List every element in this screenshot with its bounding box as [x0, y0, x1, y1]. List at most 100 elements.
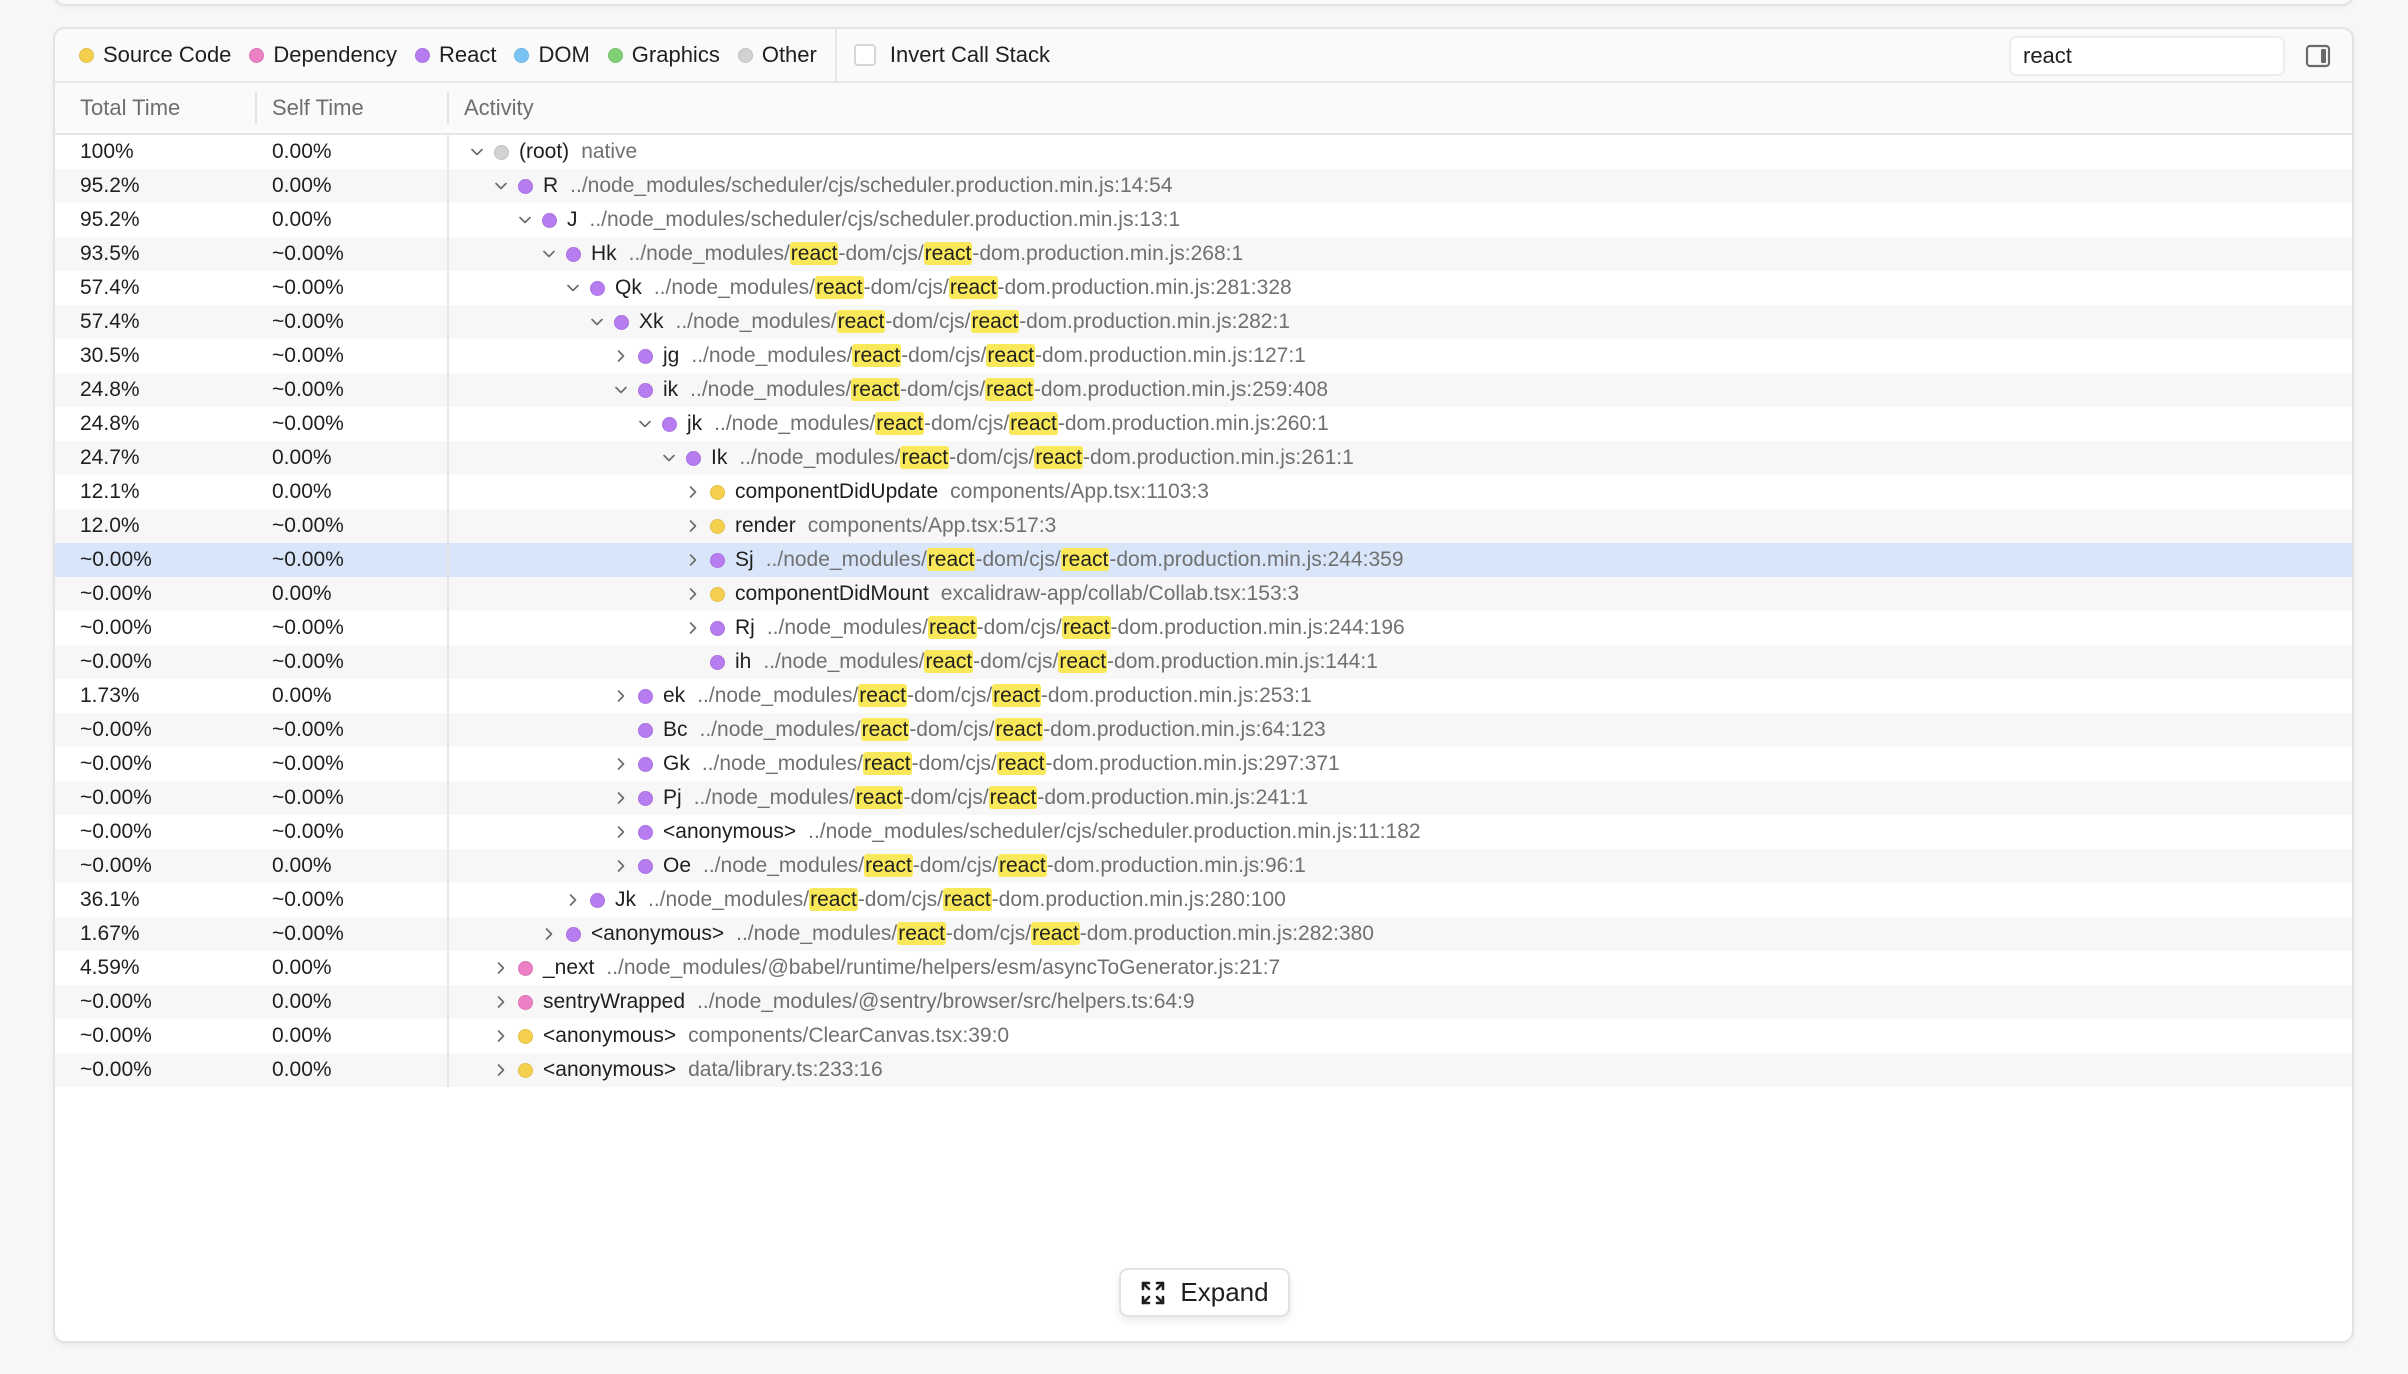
- chevron-right-icon[interactable]: [610, 821, 632, 843]
- source-location[interactable]: ../node_modules/scheduler/cjs/scheduler.…: [570, 169, 1172, 203]
- source-location[interactable]: ../node_modules/react-dom/cjs/react-dom.…: [703, 849, 1306, 883]
- source-location[interactable]: ../node_modules/scheduler/cjs/scheduler.…: [590, 203, 1181, 237]
- chevron-right-icon[interactable]: [490, 1059, 512, 1081]
- sidebar-panel-icon[interactable]: [2305, 43, 2331, 69]
- call-tree-row[interactable]: ~0.00% ~0.00% Rj ../node_modules/react-dom/…: [55, 611, 2352, 645]
- chevron-right-icon[interactable]: [682, 515, 704, 537]
- chevron-right-icon[interactable]: [682, 481, 704, 503]
- chevron-down-icon[interactable]: [514, 209, 536, 231]
- call-tree-row[interactable]: ~0.00% 0.00% componentDidMount excalidraw-a…: [55, 577, 2352, 611]
- source-location[interactable]: ../node_modules/react-dom/cjs/react-dom.…: [690, 373, 1328, 407]
- source-location[interactable]: ../node_modules/react-dom/cjs/react-dom.…: [629, 237, 1243, 271]
- chevron-right-icon[interactable]: [610, 345, 632, 367]
- source-location[interactable]: ../node_modules/react-dom/cjs/react-dom.…: [767, 611, 1405, 645]
- function-name: render: [735, 514, 796, 537]
- source-location[interactable]: ../node_modules/react-dom/cjs/react-dom.…: [697, 679, 1312, 713]
- call-tree-row[interactable]: 24.7% 0.00% Ik ../node_modules/react-dom/cj…: [55, 441, 2352, 475]
- chevron-right-icon[interactable]: [682, 583, 704, 605]
- source-location[interactable]: components/App.tsx:517:3: [808, 509, 1057, 543]
- chevron-right-icon[interactable]: [682, 617, 704, 639]
- search-input[interactable]: [2009, 36, 2285, 76]
- call-tree-row[interactable]: ~0.00% 0.00% <anonymous> components/ClearCa…: [55, 1019, 2352, 1053]
- call-tree-row[interactable]: ~0.00% ~0.00% <anonymous> ../node_modules/s…: [55, 815, 2352, 849]
- chevron-right-icon[interactable]: [682, 549, 704, 571]
- activity-cell: componentDidUpdate components/App.tsx:110…: [449, 475, 1209, 509]
- chevron-right-icon[interactable]: [490, 991, 512, 1013]
- call-tree-row[interactable]: 1.67% ~0.00% <anonymous> ../node_modules/re…: [55, 917, 2352, 951]
- column-header-self-time[interactable]: Self Time: [272, 83, 364, 133]
- call-tree-row[interactable]: ~0.00% ~0.00% Bc ../node_modules/react-dom/…: [55, 713, 2352, 747]
- call-tree-row[interactable]: 100% 0.00% (root) native: [55, 135, 2352, 169]
- source-location[interactable]: components/App.tsx:1103:3: [950, 475, 1209, 509]
- chevron-down-icon[interactable]: [490, 175, 512, 197]
- source-location[interactable]: ../node_modules/react-dom/cjs/react-dom.…: [739, 441, 1354, 475]
- call-tree-row[interactable]: ~0.00% ~0.00% Sj ../node_modules/react-dom/…: [55, 543, 2352, 577]
- chevron-right-icon[interactable]: [610, 753, 632, 775]
- source-location[interactable]: native: [581, 135, 637, 169]
- legend-label: Other: [761, 42, 817, 67]
- chevron-down-icon[interactable]: [634, 413, 656, 435]
- source-location[interactable]: ../node_modules/react-dom/cjs/react-dom.…: [700, 713, 1326, 747]
- source-location[interactable]: ../node_modules/react-dom/cjs/react-dom.…: [654, 271, 1292, 305]
- call-tree-row[interactable]: ~0.00% ~0.00% Pj ../node_modules/react-dom/…: [55, 781, 2352, 815]
- chevron-right-icon[interactable]: [610, 685, 632, 707]
- chevron-right-icon[interactable]: [562, 889, 584, 911]
- source-location[interactable]: ../node_modules/react-dom/cjs/react-dom.…: [648, 883, 1286, 917]
- chevron-right-icon[interactable]: [490, 957, 512, 979]
- search-match-highlight: react: [1031, 922, 1080, 945]
- call-tree-row[interactable]: 95.2% 0.00% R ../node_modules/scheduler/cjs…: [55, 169, 2352, 203]
- source-location[interactable]: ../node_modules/react-dom/cjs/react-dom.…: [691, 339, 1306, 373]
- source-location[interactable]: excalidraw-app/collab/Collab.tsx:153:3: [941, 577, 1299, 611]
- function-name: <anonymous>: [543, 1024, 677, 1047]
- call-tree-row[interactable]: 36.1% ~0.00% Jk ../node_modules/react-dom/c…: [55, 883, 2352, 917]
- chevron-down-icon[interactable]: [466, 141, 488, 163]
- source-location[interactable]: ../node_modules/@babel/runtime/helpers/e…: [606, 951, 1280, 985]
- chevron-right-icon[interactable]: [610, 855, 632, 877]
- source-location[interactable]: ../node_modules/react-dom/cjs/react-dom.…: [766, 543, 1404, 577]
- call-tree-row[interactable]: 24.8% ~0.00% ik ../node_modules/react-dom/c…: [55, 373, 2352, 407]
- source-location[interactable]: ../node_modules/react-dom/cjs/react-dom.…: [763, 645, 1378, 679]
- call-tree-row[interactable]: 1.73% 0.00% ek ../node_modules/react-dom/cj…: [55, 679, 2352, 713]
- chevron-down-icon[interactable]: [610, 379, 632, 401]
- call-tree-row[interactable]: ~0.00% ~0.00% Gk ../node_modules/react-dom/…: [55, 747, 2352, 781]
- chevron-right-icon[interactable]: [538, 923, 560, 945]
- invert-call-stack-toggle[interactable]: Invert Call Stack: [853, 42, 1050, 68]
- chevron-down-icon[interactable]: [538, 243, 560, 265]
- column-resizer[interactable]: [255, 92, 257, 124]
- source-location[interactable]: components/ClearCanvas.tsx:39:0: [688, 1019, 1009, 1053]
- expand-button[interactable]: Expand: [1119, 1268, 1290, 1317]
- source-location[interactable]: ../node_modules/scheduler/cjs/scheduler.…: [808, 815, 1420, 849]
- source-location[interactable]: ../node_modules/react-dom/cjs/react-dom.…: [694, 781, 1308, 815]
- call-tree-row[interactable]: 57.4% ~0.00% Qk ../node_modules/react-dom/c…: [55, 271, 2352, 305]
- call-tree-row[interactable]: 95.2% 0.00% J ../node_modules/scheduler/cjs…: [55, 203, 2352, 237]
- chevron-right-icon[interactable]: [610, 787, 632, 809]
- function-name: ih: [735, 650, 752, 673]
- call-tree-row[interactable]: 93.5% ~0.00% Hk ../node_modules/react-dom/c…: [55, 237, 2352, 271]
- call-tree-row[interactable]: 4.59% 0.00% _next ../node_modules/@babel/ru…: [55, 951, 2352, 985]
- source-location[interactable]: ../node_modules/react-dom/cjs/react-dom.…: [714, 407, 1329, 441]
- invert-call-stack-checkbox[interactable]: [853, 44, 876, 66]
- self-time-cell: 0.00%: [272, 1024, 332, 1047]
- call-tree-row[interactable]: 30.5% ~0.00% jg ../node_modules/react-dom/c…: [55, 339, 2352, 373]
- column-resizer[interactable]: [447, 92, 449, 124]
- column-header-activity[interactable]: Activity: [464, 83, 534, 133]
- total-time-cell: 93.5%: [80, 242, 140, 265]
- source-location[interactable]: ../node_modules/react-dom/cjs/react-dom.…: [702, 747, 1340, 781]
- call-tree-row[interactable]: 12.1% 0.00% componentDidUpdate components/A…: [55, 475, 2352, 509]
- call-tree-row[interactable]: 12.0% ~0.00% render components/App.tsx:517:…: [55, 509, 2352, 543]
- call-tree-row[interactable]: ~0.00% 0.00% <anonymous> data/library.ts:23…: [55, 1053, 2352, 1087]
- source-location[interactable]: ../node_modules/@sentry/browser/src/help…: [697, 985, 1195, 1019]
- source-location[interactable]: ../node_modules/react-dom/cjs/react-dom.…: [676, 305, 1290, 339]
- chevron-down-icon[interactable]: [562, 277, 584, 299]
- call-tree-row[interactable]: 24.8% ~0.00% jk ../node_modules/react-dom/c…: [55, 407, 2352, 441]
- chevron-down-icon[interactable]: [586, 311, 608, 333]
- source-location[interactable]: ../node_modules/react-dom/cjs/react-dom.…: [736, 917, 1374, 951]
- call-tree-row[interactable]: ~0.00% 0.00% Oe ../node_modules/react-dom/c…: [55, 849, 2352, 883]
- call-tree-row[interactable]: 57.4% ~0.00% Xk ../node_modules/react-dom/c…: [55, 305, 2352, 339]
- column-header-total-time[interactable]: Total Time: [80, 83, 180, 133]
- source-location[interactable]: data/library.ts:233:16: [688, 1053, 883, 1087]
- call-tree-row[interactable]: ~0.00% 0.00% sentryWrapped ../node_modules/…: [55, 985, 2352, 1019]
- chevron-down-icon[interactable]: [658, 447, 680, 469]
- call-tree-row[interactable]: ~0.00% ~0.00% ih ../node_modules/react-dom/…: [55, 645, 2352, 679]
- chevron-right-icon[interactable]: [490, 1025, 512, 1047]
